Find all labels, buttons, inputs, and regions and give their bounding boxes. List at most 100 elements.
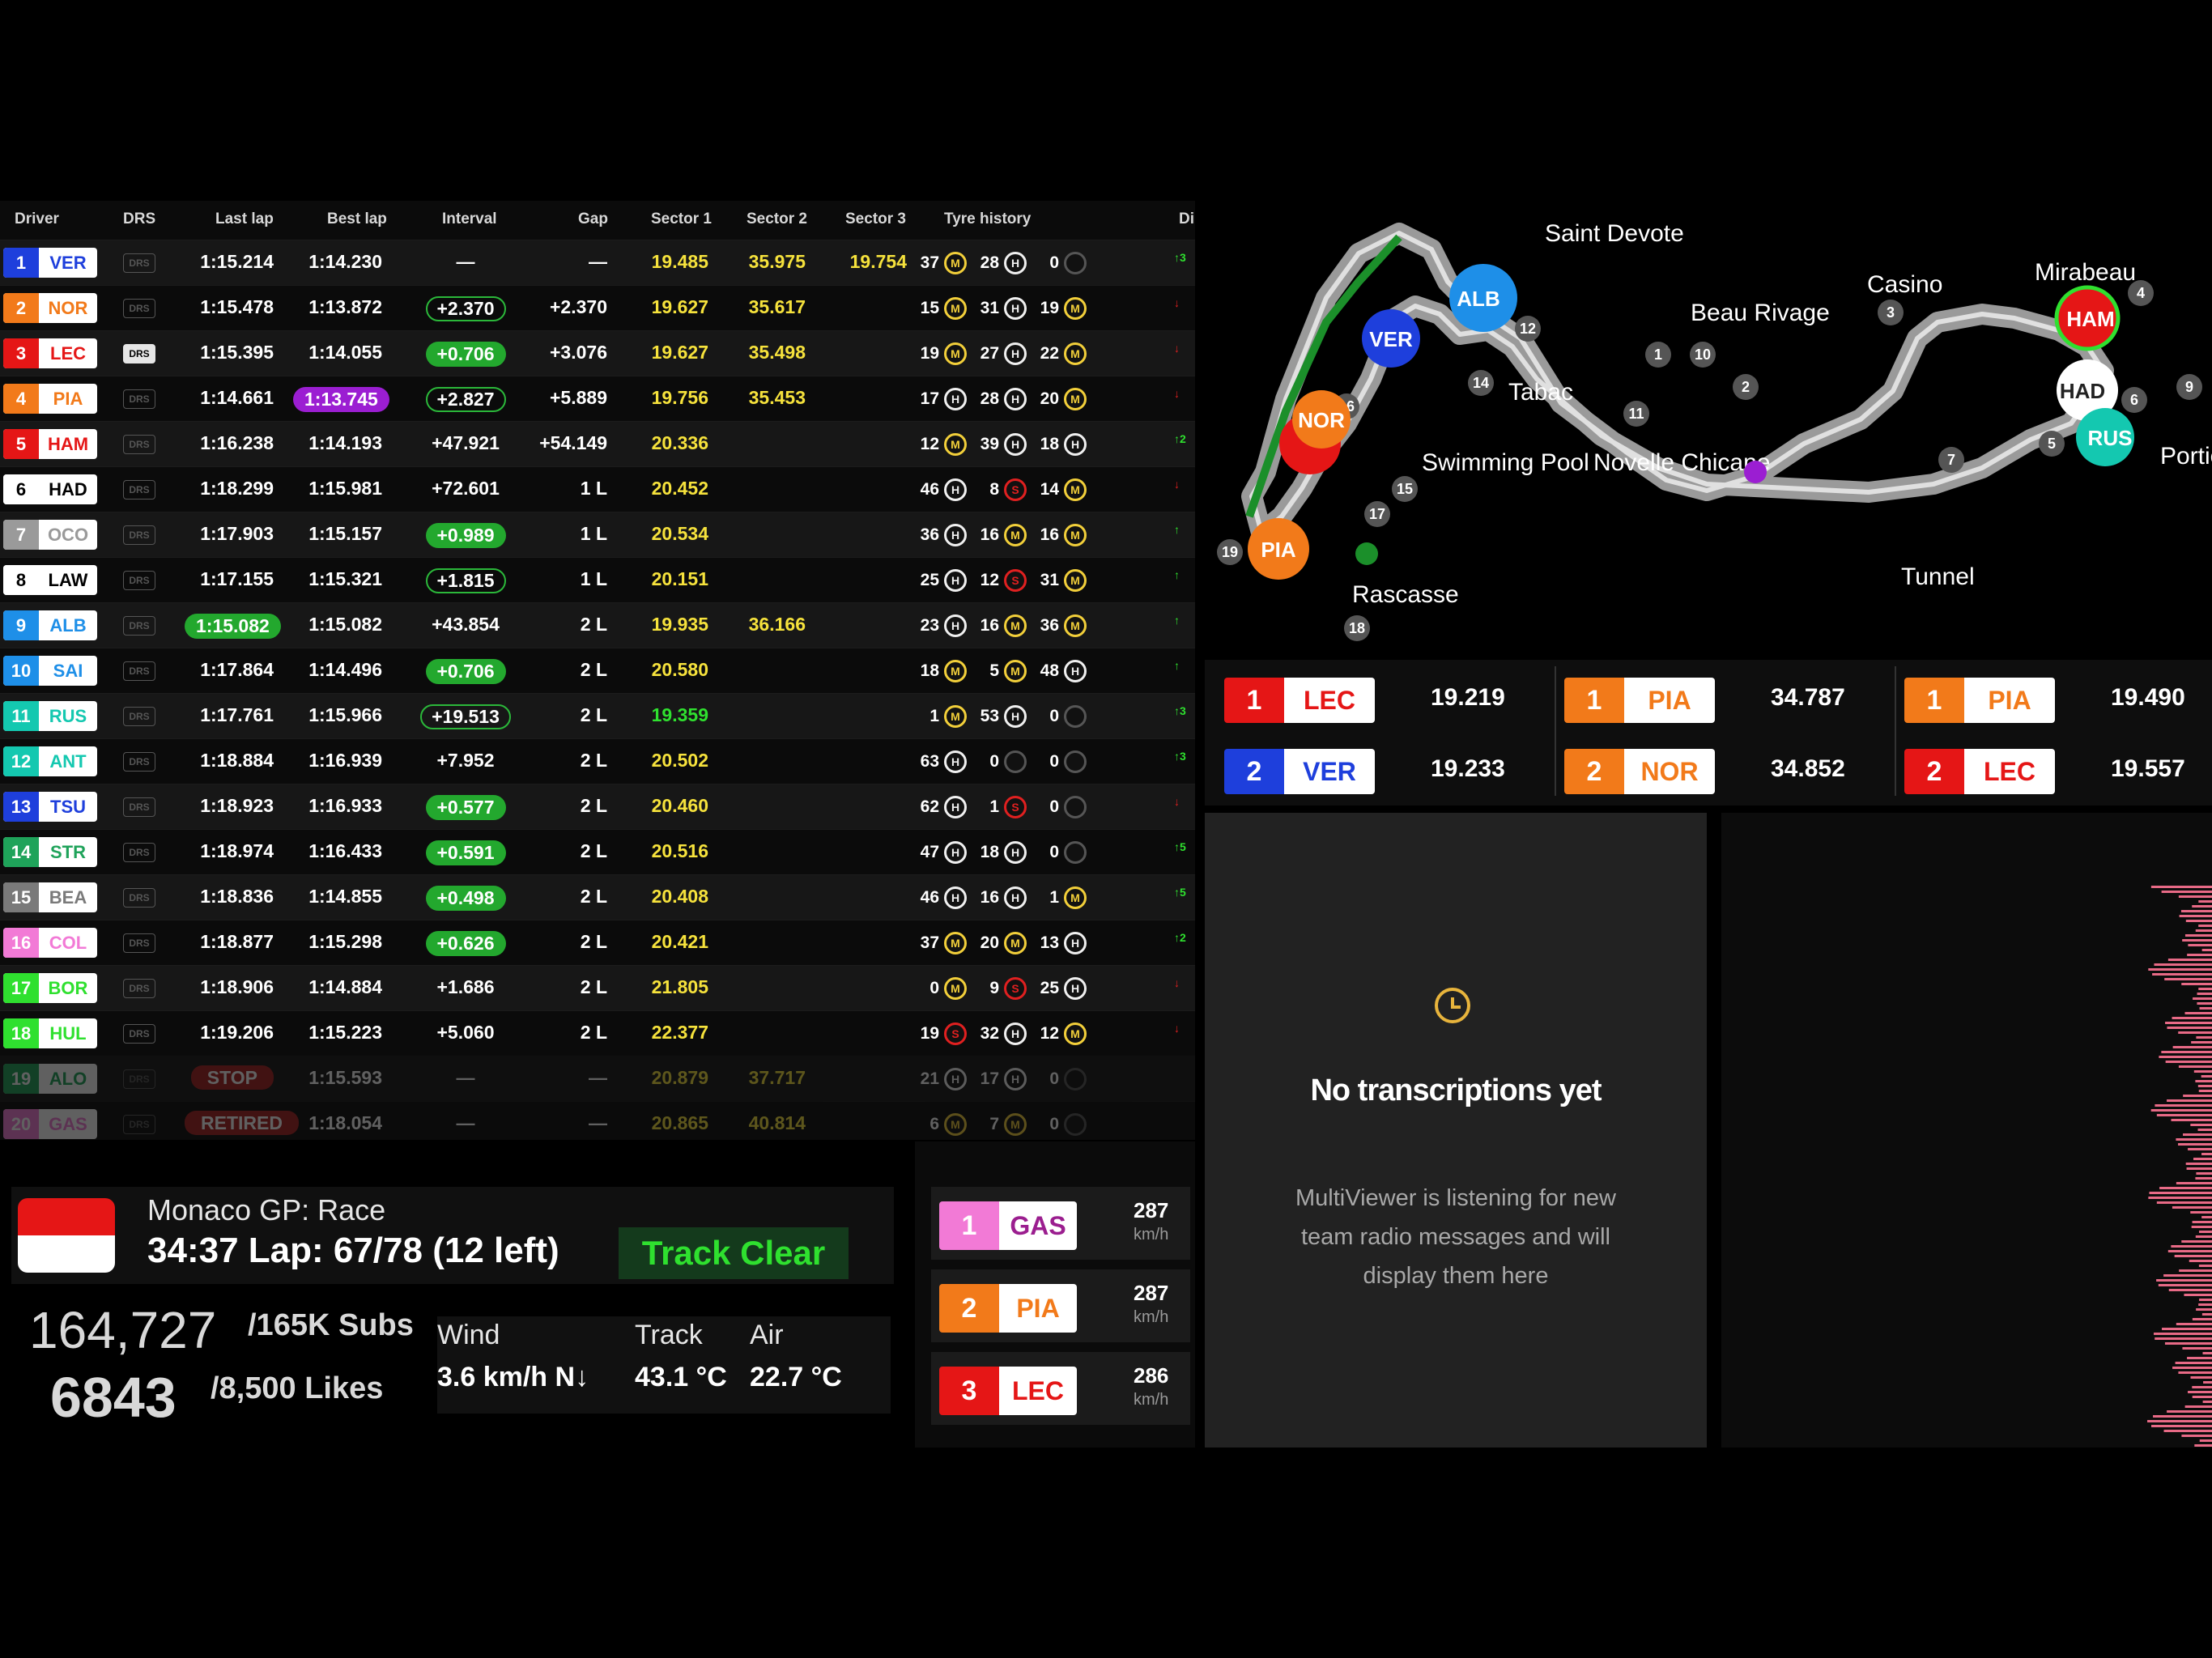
timing-row[interactable]: 5 HAM DRS 1:16.238 1:14.193 +47.921 +54.149 20.… [0,421,1195,466]
car-had-label: HAD [2060,379,2105,403]
tyre-stint: 36 M [1035,614,1087,637]
timing-row[interactable]: 9 ALB DRS 1:15.082 1:15.082 +43.854 2 L 19.935 3… [0,602,1195,648]
timing-row[interactable]: 10 SAI DRS 1:17.864 1:14.496 +0.706 2 L 20.580 1… [0,648,1195,693]
waveform-bar [2156,1279,2212,1282]
col-drs[interactable]: DRS [123,210,155,228]
timing-row[interactable]: 1 VER DRS 1:15.214 1:14.230 — — 19.485 35.975 19.… [0,240,1195,285]
sector-1-first: 1 LEC 19.219 [1224,660,1564,728]
driver-tag[interactable]: 8 LAW [3,565,97,595]
timing-row[interactable]: 6 HAD DRS 1:18.299 1:15.981 +72.601 1 L 20.452 4… [0,466,1195,512]
driver-tag[interactable]: 20 GAS [3,1109,97,1139]
driver-tag[interactable]: 5 HAM [3,429,97,459]
timing-row[interactable]: 4 PIA DRS 1:14.661 1:13.745 +2.827 +5.889 19.75… [0,376,1195,421]
driver-code: RUS [49,705,87,726]
timing-row[interactable]: 16 COL DRS 1:18.877 1:15.298 +0.626 2 L 20.421 3… [0,920,1195,965]
best-lap-value: 1:18.054 [308,1112,382,1133]
driver-tag[interactable]: 1 LEC [1224,678,1375,723]
driver-position: 13 [3,792,39,822]
timing-row[interactable]: 11 RUS DRS 1:17.761 1:15.966 +19.513 2 L 19.359… [0,693,1195,738]
waveform-bar [2154,963,2212,966]
waveform-bar [2185,1163,2212,1165]
col-gap[interactable]: Gap [578,210,608,228]
driver-position: 19 [3,1064,39,1094]
tyre-laps: 17 [980,1069,999,1088]
driver-tag[interactable]: 3 LEC [939,1367,1077,1415]
driver-tag[interactable]: 19 ALO [3,1064,97,1094]
driver-tag[interactable]: 4 PIA [3,384,97,414]
col-sector-3[interactable]: Sector 3 [845,210,906,228]
speed-value: 287 [1134,1281,1169,1305]
timing-row[interactable]: 18 HUL DRS 1:19.206 1:15.223 +5.060 2 L 22.377 1… [0,1010,1195,1056]
best-lap-value: 1:14.230 [308,251,382,272]
waveform-bar [2197,1129,2212,1131]
waveform-bar [2195,1235,2212,1238]
tyre-compound-icon: M [944,433,967,456]
tyre-stint: 31 H [975,297,1027,320]
driver-tag[interactable]: 17 BOR [3,973,97,1003]
position-change-arrow: ↑ [1174,614,1180,627]
col-driver[interactable]: Driver [15,210,59,228]
corner-1: 1 [1654,346,1662,363]
interval-value: +0.706 [425,659,506,684]
driver-tag[interactable]: 1 PIA [1904,678,2055,723]
driver-tag[interactable]: 6 HAD [3,474,97,504]
driver-tag[interactable]: 1 VER [3,248,97,278]
timing-row[interactable]: 14 STR DRS 1:18.974 1:16.433 +0.591 2 L 20.516 4… [0,829,1195,874]
col-tyre-history[interactable]: Tyre history [944,210,1031,228]
driver-tag[interactable]: 15 BEA [3,882,97,912]
driver-tag[interactable]: 18 HUL [3,1018,97,1048]
driver-tag[interactable]: 2 NOR [1564,749,1715,794]
col-last-lap[interactable]: Last lap [215,210,274,228]
timing-row[interactable]: 7 OCO DRS 1:17.903 1:15.157 +0.989 1 L 20.534 36… [0,512,1195,557]
timing-row[interactable]: 20 GAS DRS RETIRED 1:18.054— —20.865 40.814 6 M 7… [0,1101,1195,1146]
driver-tag[interactable]: 12 ANT [3,746,97,776]
timing-row[interactable]: 19 ALO DRS STOP 1:15.593 — — 20.879 37.717 21 H 17 H… [0,1056,1195,1101]
driver-tag[interactable]: 7 OCO [3,520,97,550]
tyre-stint: 48 H [1035,660,1087,682]
timing-row[interactable]: 17 BOR DRS 1:18.906 1:14.884 +1.686 2 L 21.805 0… [0,965,1195,1010]
corner-6: 6 [2130,392,2138,408]
driver-tag[interactable]: 11 RUS [3,701,97,731]
session-name: Monaco GP: Race [147,1193,386,1226]
drs-indicator: DRS [123,299,155,318]
tyre-compound-icon: M [1064,342,1087,365]
timing-row[interactable]: 2 NOR DRS 1:15.478 1:13.872 +2.370 +2.370 19.62… [0,285,1195,330]
timing-row[interactable]: 13 TSU DRS 1:18.923 1:16.933 +0.577 2 L 20.460 6… [0,784,1195,829]
waveform-bar [2188,1391,2212,1393]
speed-driver-code: LEC [999,1367,1077,1415]
driver-tag[interactable]: 2 VER [1224,749,1375,794]
driver-tag[interactable]: 1 GAS [939,1201,1077,1250]
corner-5: 5 [2048,436,2056,452]
best-lap: 1:15.298 [293,931,382,953]
driver-tag[interactable]: 13 TSU [3,792,97,822]
timing-row[interactable]: 3 LEC DRS 1:15.395 1:14.055 +0.706 +3.076 19.62… [0,330,1195,376]
col-di[interactable]: Di [1179,210,1194,228]
tyre-laps: 8 [989,480,999,499]
driver-tag[interactable]: 10 SAI [3,656,97,686]
tyre-history: 62 H 1 S 0 [915,795,1182,818]
tyre-laps: 16 [1040,525,1059,544]
sector-2-time: 37.717 [748,1067,806,1088]
interval-value: — [456,1112,475,1133]
driver-tag[interactable]: 2 NOR [3,293,97,323]
timing-row[interactable]: 15 BEA DRS 1:18.836 1:14.855 +0.498 2 L 20.408 4… [0,874,1195,920]
waveform-bar [2167,1250,2212,1252]
driver-tag[interactable]: 14 STR [3,837,97,867]
track-map[interactable]: Saint Devote Beau Rivage Casino Mirabeau… [1205,209,2212,646]
col-best-lap[interactable]: Best lap [327,210,387,228]
col-sector-1[interactable]: Sector 1 [651,210,712,228]
driver-tag[interactable]: 2 LEC [1904,749,2055,794]
col-sector-2[interactable]: Sector 2 [747,210,807,228]
driver-tag[interactable]: 1 PIA [1564,678,1715,723]
driver-tag[interactable]: 3 LEC [3,338,97,368]
tyre-laps: 27 [980,344,999,363]
timing-row[interactable]: 12 ANT DRS 1:18.884 1:16.939 +7.952 2 L 20.502 6… [0,738,1195,784]
timing-row[interactable]: 8 LAW DRS 1:17.155 1:15.321 +1.815 1 L 20.151 25… [0,557,1195,602]
driver-tag[interactable]: 16 COL [3,928,97,958]
tyre-laps: 62 [920,797,939,816]
sector-1-time: 19.627 [651,342,708,363]
col-interval[interactable]: Interval [442,210,497,228]
driver-tag[interactable]: 2 PIA [939,1284,1077,1333]
driver-tag[interactable]: 9 ALB [3,610,97,640]
tyre-laps: 19 [920,1024,939,1043]
